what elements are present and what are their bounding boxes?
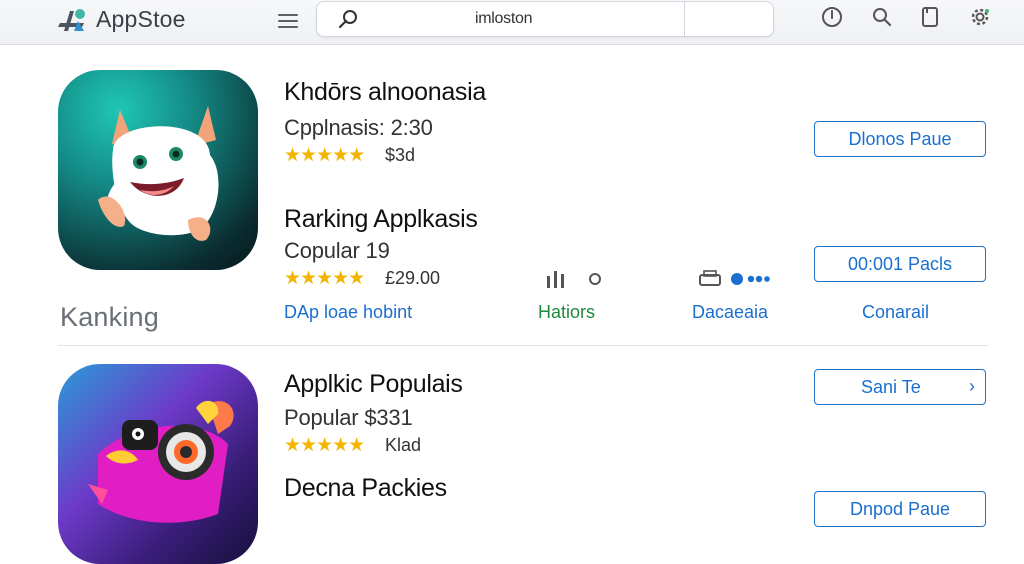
rating-label: $3d <box>385 145 416 165</box>
star-rating-icon: ★★★★★ <box>284 435 365 456</box>
chevron-right-icon: › <box>969 376 975 396</box>
search-input[interactable]: imloston <box>475 10 532 28</box>
divider <box>58 345 988 346</box>
search-icon <box>338 10 357 29</box>
app-title[interactable]: Decna Packies <box>284 474 447 503</box>
get-button-label: Sani Te <box>861 376 921 397</box>
price-button[interactable]: 00:001 Pacls <box>814 246 986 282</box>
tablet-icon[interactable] <box>918 5 942 29</box>
app-title[interactable]: Applkic Populais <box>284 370 463 399</box>
app-subtitle: Cpplnasis: 2:30 <box>284 115 433 140</box>
search-divider <box>684 1 685 37</box>
hamburger-menu-icon[interactable] <box>278 10 298 30</box>
more-dots-icon[interactable] <box>730 272 770 286</box>
rating-label: £29.00 <box>385 268 441 288</box>
star-rating-icon: ★★★★★ <box>284 268 365 289</box>
link-item[interactable]: DAp loae hobint <box>284 302 412 323</box>
app-subtitle: Copular 19 <box>284 238 390 263</box>
install-button[interactable]: Dlonos Paue <box>814 121 986 157</box>
gear-icon[interactable] <box>968 5 992 29</box>
app-title[interactable]: Khdōrs alnoonasia <box>284 78 486 107</box>
circle-icon[interactable] <box>588 272 602 286</box>
app-icon-robot[interactable] <box>58 364 258 564</box>
link-item[interactable]: Conarail <box>862 302 929 323</box>
app-title[interactable]: Rarking Applkasis <box>284 205 478 234</box>
link-item[interactable]: Hatiors <box>538 302 595 323</box>
search-bar[interactable]: imloston <box>316 1 774 37</box>
rating-label: Klad <box>385 435 422 455</box>
link-item[interactable]: Dacaeaia <box>692 302 768 323</box>
app-store-logo-icon[interactable] <box>54 5 90 35</box>
section-label: Kanking <box>60 302 159 332</box>
app-name[interactable]: AppStoe <box>96 6 186 33</box>
bar-chart-icon[interactable] <box>546 270 566 288</box>
clock-icon[interactable] <box>820 5 844 29</box>
get-button[interactable]: Sani Te › <box>814 369 986 405</box>
printer-icon[interactable] <box>698 270 724 288</box>
install-button[interactable]: Dnpod Paue <box>814 491 986 527</box>
ghost-mascot-icon <box>98 106 219 241</box>
robot-mascot-icon <box>88 400 234 523</box>
app-icon-ghost[interactable] <box>58 70 258 270</box>
star-rating-icon: ★★★★★ <box>284 145 365 166</box>
search-icon[interactable] <box>870 5 894 29</box>
app-subtitle: Popular $331 <box>284 405 413 430</box>
top-bar: AppStoe imloston <box>0 0 1024 45</box>
